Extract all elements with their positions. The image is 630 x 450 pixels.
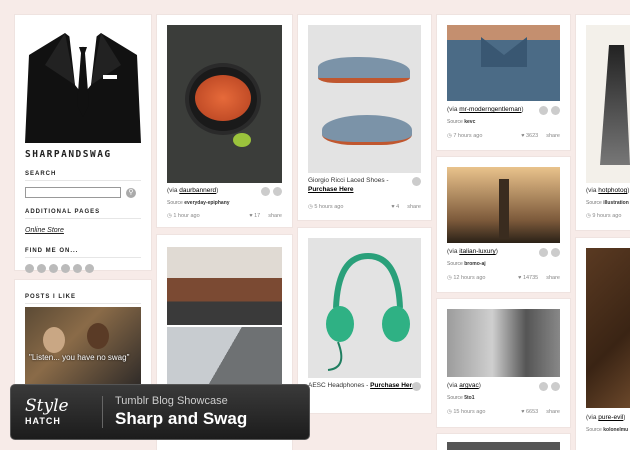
search-input[interactable] — [25, 187, 121, 198]
post-source[interactable]: kevc — [464, 119, 475, 125]
overlay-title: Sharp and Swag — [115, 409, 248, 428]
facebook-icon[interactable] — [25, 264, 34, 273]
blog-brand[interactable]: SHARPANDSWAG — [25, 149, 141, 160]
search-icon[interactable]: ⚲ — [126, 187, 136, 198]
post-image[interactable] — [167, 327, 282, 387]
post-source[interactable]: illustration — [603, 200, 629, 206]
post-image[interactable] — [447, 309, 560, 377]
post-image[interactable] — [447, 167, 560, 243]
post-image[interactable] — [167, 25, 282, 183]
posts-i-like: POSTS I LIKE "Listen... you have no swag… — [15, 280, 151, 400]
post-card: (via argvac) Source 5to1 ◷ 15 hours ago … — [437, 299, 570, 427]
post-via[interactable]: pure-evil — [598, 414, 623, 421]
share-link[interactable]: share — [407, 204, 421, 210]
post-via[interactable]: argvac — [459, 382, 479, 389]
posts-i-like-quote: "Listen... you have no swag" — [29, 353, 130, 362]
like-icon[interactable] — [412, 382, 421, 391]
reblog-icon[interactable] — [539, 106, 548, 115]
post-via[interactable]: italian-luxury — [459, 248, 496, 255]
sidebar: SHARPANDSWAG SEARCH ⚲ ADDITIONAL PAGES O… — [15, 15, 151, 273]
post-card: AESC Headphones - Purchase Here — [298, 228, 431, 413]
post-card: (via mr-moderngentleman) Source kevc ◷ 7… — [437, 15, 570, 150]
post-image[interactable] — [308, 238, 421, 378]
post-card: (via daurbannerd) Source everyday-epipha… — [157, 15, 292, 227]
headphones-illustration — [326, 252, 410, 371]
post-image[interactable] — [447, 25, 560, 101]
post-time: ◷ 1 hour ago — [167, 213, 200, 219]
post-source[interactable]: kolonelmu — [603, 427, 628, 433]
style-hatch-logo: Style HATCH — [25, 396, 69, 426]
post-likes: ♥ 3623 — [521, 133, 539, 139]
like-icon[interactable] — [412, 177, 421, 186]
share-link[interactable]: share — [546, 275, 560, 281]
showcase-caption-overlay: Style HATCH Tumblr Blog Showcase Sharp a… — [10, 384, 310, 440]
pinterest-icon[interactable] — [37, 264, 46, 273]
post-caption: Giorgio Ricci Laced Shoes - — [308, 177, 389, 184]
email-icon[interactable] — [85, 264, 94, 273]
post-caption: AESC Headphones - — [308, 382, 369, 389]
like-icon[interactable] — [551, 382, 560, 391]
tumblr-icon[interactable] — [61, 264, 70, 273]
post-time: ◷ 12 hours ago — [447, 275, 486, 281]
suit-illustration — [25, 33, 141, 143]
post-source[interactable]: everyday-epiphany — [184, 200, 229, 206]
like-icon[interactable] — [551, 248, 560, 257]
reblog-icon[interactable] — [539, 248, 548, 257]
post-image[interactable] — [167, 247, 282, 325]
post-source[interactable]: bromo-aj — [464, 261, 485, 267]
post-via[interactable]: daurbannerd — [179, 187, 216, 194]
post-likes: ♥ 17 — [249, 213, 261, 219]
post-likes: ♥ 6653 — [521, 409, 539, 415]
share-link[interactable]: share — [546, 409, 560, 415]
twitter-icon[interactable] — [73, 264, 82, 273]
post-likes: ♥ 4 — [391, 204, 400, 210]
post-time: ◷ 15 hours ago — [447, 409, 486, 415]
reblog-icon[interactable] — [261, 187, 270, 196]
post-time: ◷ 9 hours ago — [586, 213, 622, 219]
post-card — [437, 434, 570, 450]
post-card: (via hotphotog) Source illustration ◷ 9 … — [576, 15, 630, 230]
post-image[interactable] — [447, 442, 560, 450]
post-card: (via italian-luxury) Source bromo-aj ◷ 1… — [437, 157, 570, 292]
post-card: Giorgio Ricci Laced Shoes - Purchase Here… — [298, 15, 431, 220]
post-via[interactable]: mr-moderngentleman — [459, 106, 521, 113]
post-time: ◷ 7 hours ago — [447, 133, 483, 139]
search-heading: SEARCH — [25, 171, 141, 181]
post-image[interactable] — [586, 248, 630, 408]
post-likes: ♥ 14735 — [518, 275, 539, 281]
reblog-icon[interactable] — [539, 382, 548, 391]
overlay-subtitle: Tumblr Blog Showcase — [115, 395, 228, 407]
share-link[interactable]: share — [546, 133, 560, 139]
post-card: (via pure-evil) Source kolonelmu — [576, 238, 630, 450]
post-via[interactable]: hotphotog — [598, 187, 627, 194]
social-icons — [25, 264, 141, 273]
find-me-heading: FIND ME ON... — [25, 248, 141, 258]
post-image[interactable] — [308, 25, 421, 173]
post-time: ◷ 5 hours ago — [308, 204, 344, 210]
like-icon[interactable] — [551, 106, 560, 115]
share-link[interactable]: share — [268, 213, 282, 219]
post-image[interactable] — [586, 25, 630, 183]
instagram-icon[interactable] — [49, 264, 58, 273]
overlay-divider — [102, 396, 103, 428]
posts-i-like-image[interactable]: "Listen... you have no swag" — [25, 307, 141, 387]
purchase-link[interactable]: Purchase Here — [370, 382, 416, 389]
online-store-link[interactable]: Online Store — [25, 227, 64, 234]
additional-pages-heading: ADDITIONAL PAGES — [25, 209, 141, 219]
like-icon[interactable] — [273, 187, 282, 196]
post-source[interactable]: 5to1 — [464, 395, 474, 401]
posts-i-like-heading: POSTS I LIKE — [25, 294, 141, 304]
purchase-link[interactable]: Purchase Here — [308, 186, 354, 193]
